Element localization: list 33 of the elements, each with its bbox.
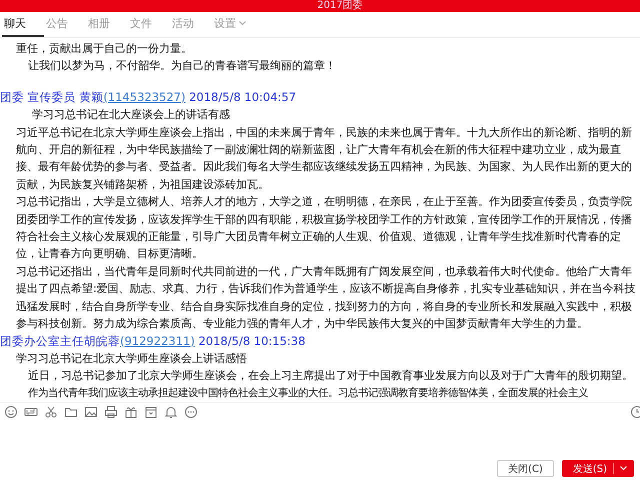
more-icon[interactable] [184, 404, 198, 418]
message-time: 2018/5/8 10:15:38 [198, 334, 306, 348]
clock-icon[interactable] [630, 404, 640, 418]
tab[interactable]: 设置 [212, 12, 256, 37]
caret-icon[interactable] [620, 466, 627, 471]
message-paragraph: 作为当代青年我们应该主动承担起建设中国特色社会主义事业的大任。习总书记强调教育要培养德智体美，全面发展的社会主义 [27, 386, 589, 401]
message-paragraph: 学习习总书记在北京大学师生座谈会上讲话感悟 [15, 350, 248, 367]
close-button[interactable]: 关闭(C) [497, 460, 554, 477]
message-time: 2018/5/8 10:04:57 [189, 90, 296, 104]
gift-icon[interactable] [124, 404, 138, 418]
message-paragraph: 习总书记还指出，当代青年是同新时代共同前进的一代，广大青年既拥有广阔发展空间，也承载着伟大时代使命。他给广大青年提出了四点希望:爱国、励志、求真、力行，告诉我们作为普通学生，应该不断提高自身修养，扎实专业基础知识，并在当今科技迅猛发展时，结合自身所学专业、结合自身实际找准自身的定位，找到努力的方向，将自身的专业所长和发展融入实践中，积极参与科技创新。努力成为综合素质高、专业能力强的青年人才，为中华民族伟大复兴的中国梦贡献青年大学生的力量。 [15, 264, 637, 332]
tab[interactable]: 聊天 [2, 12, 44, 37]
tab[interactable]: 活动 [170, 12, 212, 37]
message-paragraph: 学习习总书记在北大座谈会上的讲话有感 [31, 107, 231, 124]
smiley-icon[interactable] [4, 404, 18, 418]
printer-icon[interactable] [104, 404, 118, 418]
tab[interactable]: 文件 [128, 12, 170, 37]
send-button[interactable]: 发送(S) [562, 460, 634, 477]
account-link[interactable]: (1145323527) [103, 90, 186, 104]
sender-name: 团委办公室主任胡皖蓉 [0, 334, 120, 348]
message-paragraph: 重任，贡献出属于自己的一份力量。 [15, 41, 193, 57]
image-icon[interactable] [84, 404, 98, 418]
account-link[interactable]: (912922311) [120, 334, 195, 348]
bell-icon[interactable] [164, 404, 178, 418]
message-paragraph: 近日，习总书记参加了北京大学师生座谈会，在会上习主席提出了对于中国教育事业发展方向以及对于广大青年的殷切期望。 [27, 368, 634, 384]
box-icon[interactable] [144, 404, 158, 418]
message-paragraph: 习总书记指出，大学是立德树人、培养人才的地方，大学之道，在明明德，在亲民，在止于至善。作为团委宣传委员，负责学院团委团学工作的宣传发扬，应该发挥学生干部的四有职能，积极宣扬学校团学工作的方针政策，宣传团学工作的开展情况，传播符合社会主义核心发展观的正能量，引导广大团员青年树立正确的人生观、价值观、道德观，让青年学生找准新时代青春的定位，让青春方向更明确、目标更清晰。 [15, 194, 633, 262]
message-paragraph: 习近平总书记在北京大学师生座谈会上指出，中国的未来属于青年，民族的未来也属于青年。十九大所作出的新论断、指明的新航向、开启的新征程，为中华民族描绘了一副波澜壮阔的崭新蓝图，让广大青年有机会在新的伟大征程中建功立业，成为最直接、最有年龄优势的参与者、受益者。因此我们每名大学生都应该继续发扬五四精神，为民族、为国家、为人民作出新的更大的贡献，为民族复兴铺路架桥，为祖国建设添砖加瓦。 [15, 124, 633, 193]
sender-name: 团委 宣传委员 黄颖 [0, 90, 104, 104]
message-paragraph: 让我们以梦为马，不付韶华。为自己的青春谱写最绚丽的篇章！ [27, 58, 337, 74]
scissors-icon[interactable] [44, 404, 58, 418]
tab[interactable]: 相册 [86, 12, 128, 37]
tab[interactable]: 公告 [44, 12, 86, 37]
